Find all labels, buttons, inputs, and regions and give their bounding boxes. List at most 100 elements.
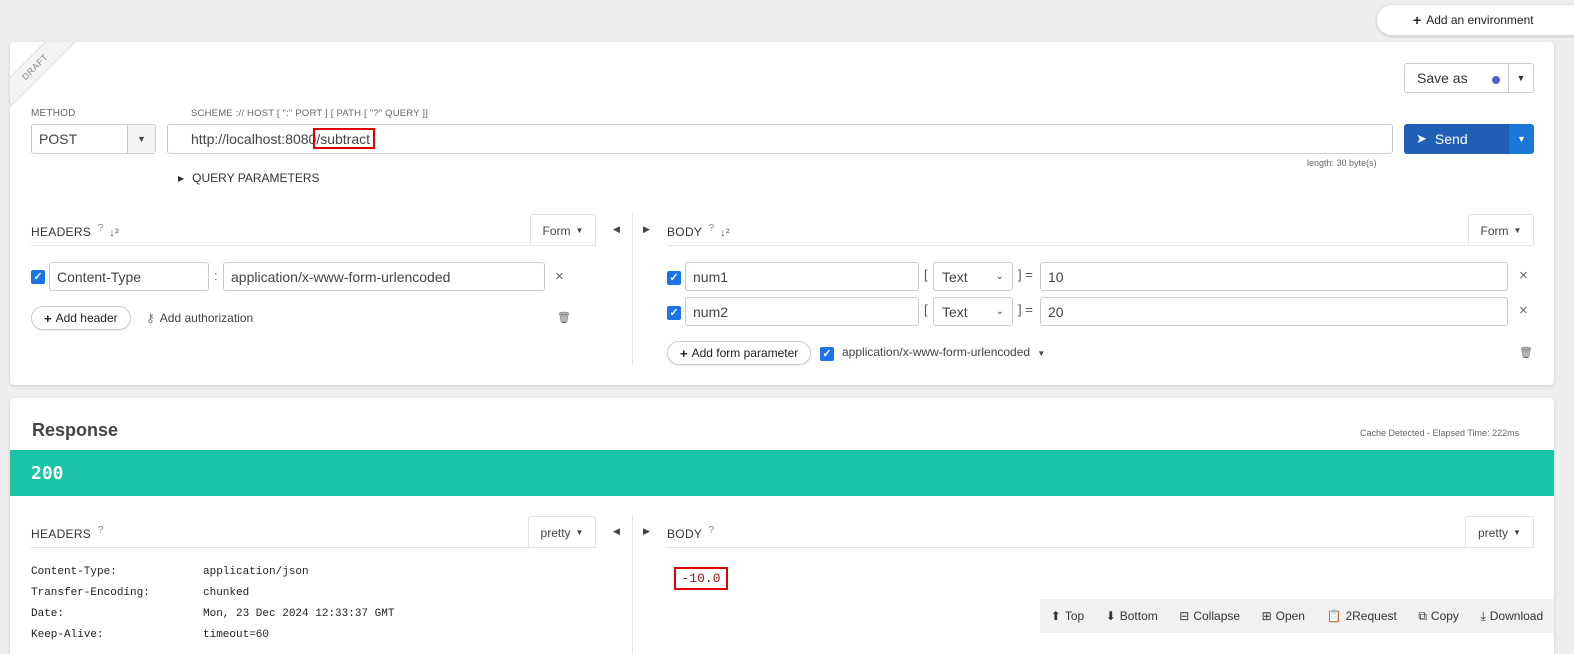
bracket-close-equals: ] = bbox=[1018, 267, 1033, 282]
open-label: Open bbox=[1275, 609, 1305, 623]
clipboard-icon: 📋 bbox=[1326, 609, 1342, 623]
arrow-down-icon: ⬇ bbox=[1105, 609, 1116, 623]
request-headers-mode-dropdown[interactable]: Form ▼ bbox=[530, 214, 596, 246]
add-form-parameter-label: Add form parameter bbox=[691, 346, 799, 360]
help-icon: ? bbox=[708, 525, 715, 536]
param-name-value: num2 bbox=[693, 303, 729, 320]
collapse-right-icon[interactable]: ▶ bbox=[643, 224, 650, 235]
delete-all-headers-icon[interactable]: 🗑 bbox=[557, 311, 571, 324]
open-button[interactable]: ⊞ Open bbox=[1262, 609, 1305, 623]
request-headers-label: HEADERS bbox=[31, 225, 92, 239]
response-header-value: chunked bbox=[203, 587, 250, 599]
query-parameters-toggle[interactable]: ▶ QUERY PARAMETERS bbox=[178, 171, 320, 185]
param-name-input[interactable]: num1 bbox=[685, 262, 919, 291]
bracket-open: [ bbox=[924, 302, 928, 317]
content-type-label: application/x-www-form-urlencoded bbox=[842, 345, 1031, 359]
content-type-checkbox[interactable]: ✓ bbox=[820, 347, 834, 361]
save-as-dropdown-toggle[interactable]: ▼ bbox=[1508, 63, 1534, 93]
param-value-text: 20 bbox=[1048, 303, 1064, 320]
response-panel-divider bbox=[632, 515, 633, 654]
method-select[interactable]: POST ▼ bbox=[31, 124, 156, 154]
request-body-label: BODY bbox=[667, 225, 702, 239]
to-request-label: 2Request bbox=[1345, 609, 1397, 623]
bottom-label: Bottom bbox=[1119, 609, 1158, 623]
param-name-input[interactable]: num2 bbox=[685, 297, 919, 326]
request-body-title: BODY ? ↓² bbox=[667, 223, 730, 239]
caret-down-icon: ▼ bbox=[575, 226, 584, 235]
top-button[interactable]: ⬆ Top bbox=[1051, 609, 1084, 623]
response-headers-label: HEADERS bbox=[31, 527, 92, 541]
help-icon: ? bbox=[97, 525, 104, 536]
send-button[interactable]: ➤ Send bbox=[1404, 124, 1508, 154]
collapse-left-icon[interactable]: ◀ bbox=[613, 526, 620, 537]
draft-label: DRAFT bbox=[19, 51, 51, 83]
key-icon: ⚷ bbox=[146, 311, 155, 325]
caret-down-icon: ▼ bbox=[1517, 134, 1526, 144]
response-header-key: Date: bbox=[31, 608, 65, 620]
download-button[interactable]: ⤓ Download bbox=[1480, 609, 1543, 624]
sort-icon[interactable]: ↓² bbox=[109, 227, 119, 239]
remove-param-icon[interactable]: × bbox=[1519, 267, 1528, 284]
response-body-label: BODY bbox=[667, 527, 702, 541]
param-type-value: Text bbox=[942, 268, 968, 285]
response-header-key: Content-Type: bbox=[31, 566, 117, 578]
remove-param-icon[interactable]: × bbox=[1519, 302, 1528, 319]
method-label: METHOD bbox=[31, 108, 76, 119]
chevron-down-icon: ⌄ bbox=[995, 271, 1004, 282]
param-enabled-checkbox[interactable]: ✓ bbox=[667, 306, 681, 320]
param-value-input[interactable]: 10 bbox=[1040, 262, 1508, 291]
response-status-bar: 200 bbox=[10, 450, 1554, 496]
response-headers-mode-dropdown[interactable]: pretty ▼ bbox=[528, 516, 596, 548]
param-enabled-checkbox[interactable]: ✓ bbox=[667, 271, 681, 285]
caret-down-icon: ▼ bbox=[1516, 73, 1526, 83]
plus-icon: + bbox=[44, 310, 52, 326]
caret-down-icon: ▼ bbox=[1513, 528, 1521, 537]
sort-icon[interactable]: ↓² bbox=[720, 227, 730, 239]
param-value-input[interactable]: 20 bbox=[1040, 297, 1508, 326]
collapse-left-icon[interactable]: ◀ bbox=[613, 224, 620, 235]
unsaved-dot-icon bbox=[1492, 76, 1500, 84]
header-value-text: application/x-www-form-urlencoded bbox=[231, 268, 451, 285]
method-dropdown-toggle[interactable]: ▼ bbox=[127, 125, 155, 153]
response-body-value: -10.0 bbox=[674, 567, 728, 590]
add-header-label: Add header bbox=[55, 311, 118, 325]
request-headers-title: HEADERS ? ↓² bbox=[31, 223, 119, 239]
to-request-button[interactable]: 📋 2Request bbox=[1327, 609, 1397, 623]
request-body-mode-dropdown[interactable]: Form ▼ bbox=[1468, 214, 1534, 246]
url-scheme-label: SCHEME :// HOST [ ":" PORT ] [ PATH [ "?… bbox=[191, 108, 429, 119]
send-dropdown-toggle[interactable]: ▼ bbox=[1508, 124, 1534, 154]
delete-all-params-icon[interactable]: 🗑 bbox=[1519, 346, 1533, 359]
response-meta: Cache Detected - Elapsed Time: 222ms bbox=[1360, 428, 1520, 438]
header-key-input[interactable]: Content-Type bbox=[49, 262, 209, 291]
copy-icon: ⧉ bbox=[1418, 608, 1427, 623]
query-parameters-label: QUERY PARAMETERS bbox=[192, 171, 320, 185]
add-header-button[interactable]: + Add header bbox=[31, 306, 131, 330]
content-type-dropdown[interactable]: application/x-www-form-urlencoded ▼ bbox=[842, 345, 1045, 359]
remove-header-icon[interactable]: × bbox=[555, 268, 564, 285]
response-headers-divider bbox=[31, 547, 596, 548]
header-value-input[interactable]: application/x-www-form-urlencoded bbox=[223, 262, 545, 291]
caret-down-icon: ▼ bbox=[575, 528, 584, 537]
add-authorization-link[interactable]: ⚷ Add authorization bbox=[146, 311, 253, 325]
response-headers-title: HEADERS ? bbox=[31, 525, 104, 541]
param-type-select[interactable]: Text ⌄ bbox=[933, 297, 1013, 326]
top-label: Top bbox=[1064, 609, 1085, 623]
header-enabled-checkbox[interactable]: ✓ bbox=[31, 270, 45, 284]
save-as-button[interactable]: Save as bbox=[1404, 63, 1509, 93]
copy-button[interactable]: ⧉ Copy bbox=[1418, 609, 1459, 624]
paper-plane-icon: ➤ bbox=[1416, 131, 1427, 146]
param-type-select[interactable]: Text ⌄ bbox=[933, 262, 1013, 291]
request-card: DRAFT bbox=[10, 42, 1554, 385]
response-body-mode-dropdown[interactable]: pretty ▼ bbox=[1465, 516, 1534, 548]
param-type-value: Text bbox=[942, 303, 968, 320]
response-status-code: 200 bbox=[31, 462, 64, 484]
add-form-parameter-button[interactable]: + Add form parameter bbox=[667, 341, 812, 365]
bottom-button[interactable]: ⬇ Bottom bbox=[1106, 609, 1158, 623]
response-header-value: Mon, 23 Dec 2024 12:33:37 GMT bbox=[203, 608, 395, 620]
response-header-key: Transfer-Encoding: bbox=[31, 587, 150, 599]
caret-right-icon: ▶ bbox=[178, 173, 185, 183]
request-headers-mode-label: Form bbox=[542, 223, 571, 238]
collapse-button[interactable]: ⊟ Collapse bbox=[1179, 609, 1240, 623]
add-environment-button[interactable]: + Add an environment bbox=[1376, 4, 1574, 36]
collapse-right-icon[interactable]: ▶ bbox=[643, 526, 650, 537]
